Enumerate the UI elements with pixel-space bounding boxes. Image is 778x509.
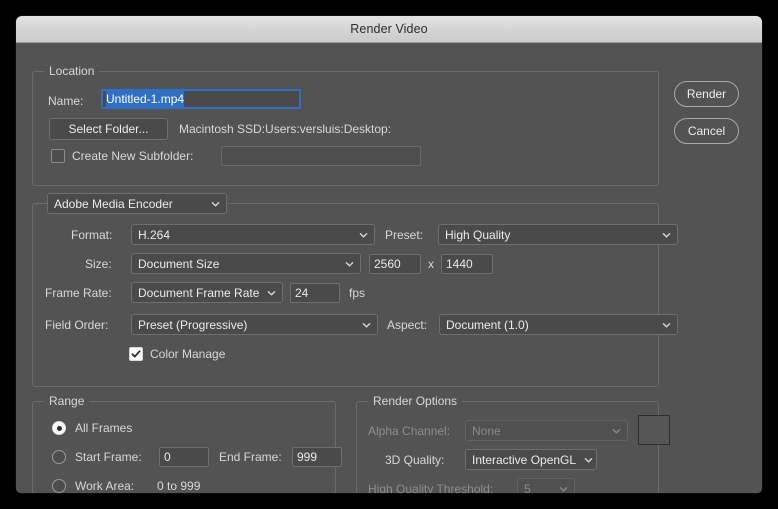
chevron-down-icon: [551, 486, 568, 492]
create-new-subfolder-label: Create New Subfolder:: [72, 149, 194, 163]
location-group-legend: Location: [44, 64, 100, 78]
location-group: Location Name: Untitled-1.mp4 Select Fol…: [32, 64, 659, 186]
all-frames-label: All Frames: [75, 421, 133, 435]
high-quality-threshold-dropdown[interactable]: 5: [517, 478, 575, 493]
size-label: Size:: [85, 257, 112, 271]
encoder-engine-dropdown[interactable]: Adobe Media Encoder: [47, 193, 227, 214]
dialog-title-bar[interactable]: Render Video: [16, 16, 762, 43]
render-options-group-legend: Render Options: [368, 394, 463, 408]
radio-all-frames[interactable]: [52, 421, 66, 435]
aspect-dropdown[interactable]: Document (1.0): [439, 314, 678, 335]
end-frame-label: End Frame:: [219, 450, 282, 464]
preset-value: High Quality: [445, 227, 511, 242]
format-dropdown[interactable]: H.264: [131, 224, 375, 245]
render-options-group: Render Options Alpha Channel: None 3D Qu…: [356, 394, 670, 493]
encoder-group: Adobe Media Encoder Format: H.264 Preset…: [32, 193, 678, 387]
destination-path: Macintosh SSD:Users:versluis:Desktop:: [179, 122, 392, 136]
chevron-down-icon: [351, 232, 368, 238]
radio-start-frame[interactable]: [52, 450, 66, 464]
frame-rate-dropdown[interactable]: Document Frame Rate: [131, 282, 283, 303]
work-area-label: Work Area:: [75, 479, 135, 493]
start-frame-value: 0: [164, 450, 171, 464]
chevron-down-icon: [337, 261, 354, 267]
dialog-title: Render Video: [350, 22, 428, 36]
height-value: 1440: [446, 257, 473, 271]
chevron-down-icon: [654, 232, 671, 238]
chevron-down-icon: [203, 201, 220, 207]
start-frame-label: Start Frame:: [75, 450, 142, 464]
fps-value: 24: [295, 286, 309, 300]
preset-label: Preset:: [385, 228, 424, 242]
chevron-down-icon: [259, 290, 276, 296]
height-input[interactable]: 1440: [441, 254, 493, 274]
radio-work-area[interactable]: [52, 479, 66, 493]
3d-quality-value: Interactive OpenGL: [472, 452, 577, 467]
cancel-button[interactable]: Cancel: [674, 118, 739, 144]
work-area-value: 0 to 999: [157, 479, 201, 493]
format-value: H.264: [138, 227, 171, 242]
field-order-dropdown[interactable]: Preset (Progressive): [131, 314, 378, 335]
end-frame-input[interactable]: 999: [292, 447, 342, 467]
range-group: Range All Frames Start Frame: 0 End Fram…: [32, 394, 342, 493]
encoder-engine-value: Adobe Media Encoder: [54, 196, 173, 211]
cancel-button-label: Cancel: [687, 124, 726, 138]
end-frame-value: 999: [297, 450, 318, 464]
color-manage-checkbox[interactable]: [129, 347, 143, 361]
chevron-down-icon: [576, 457, 593, 463]
render-video-dialog: Render Video Render Cancel Location Name…: [16, 16, 762, 493]
render-button[interactable]: Render: [674, 81, 739, 107]
alpha-channel-value: None: [472, 423, 501, 438]
chevron-down-icon: [604, 428, 621, 434]
render-button-label: Render: [686, 87, 727, 101]
name-input[interactable]: Untitled-1.mp4: [101, 89, 301, 109]
dialog-body: Render Cancel Location Name: Untitled-1.…: [16, 43, 762, 493]
aspect-value: Document (1.0): [446, 317, 529, 332]
fps-input[interactable]: 24: [290, 283, 340, 303]
format-label: Format:: [71, 228, 113, 242]
name-label: Name:: [48, 94, 84, 108]
high-quality-threshold-value: 5: [524, 481, 531, 494]
size-dropdown[interactable]: Document Size: [131, 253, 361, 274]
select-folder-button[interactable]: Select Folder...: [49, 118, 168, 140]
name-input-value: Untitled-1.mp4: [106, 91, 185, 107]
3d-quality-label: 3D Quality:: [385, 453, 445, 467]
range-group-legend: Range: [44, 394, 90, 408]
field-order-value: Preset (Progressive): [138, 317, 248, 332]
preset-dropdown[interactable]: High Quality: [438, 224, 678, 245]
create-new-subfolder-checkbox[interactable]: [51, 149, 65, 163]
dimensions-separator: x: [428, 257, 434, 271]
fps-unit-label: fps: [349, 286, 366, 300]
alpha-channel-dropdown[interactable]: None: [465, 420, 628, 441]
high-quality-threshold-label: High Quality Threshold:: [368, 482, 494, 493]
field-order-label: Field Order:: [45, 318, 109, 332]
alpha-matte-color-swatch[interactable]: [638, 415, 670, 445]
subfolder-name-input[interactable]: [221, 146, 421, 166]
chevron-down-icon: [654, 322, 671, 328]
frame-rate-label: Frame Rate:: [45, 286, 112, 300]
width-value: 2560: [374, 257, 401, 271]
width-input[interactable]: 2560: [369, 254, 421, 274]
color-manage-label: Color Manage: [150, 347, 226, 361]
frame-rate-value: Document Frame Rate: [138, 285, 260, 300]
checkmark-icon: [131, 350, 141, 358]
aspect-label: Aspect:: [387, 318, 428, 332]
select-folder-button-label: Select Folder...: [68, 122, 149, 136]
alpha-channel-label: Alpha Channel:: [368, 424, 451, 438]
chevron-down-icon: [354, 322, 371, 328]
3d-quality-dropdown[interactable]: Interactive OpenGL: [465, 449, 597, 470]
size-value: Document Size: [138, 256, 220, 271]
start-frame-input[interactable]: 0: [159, 447, 209, 467]
